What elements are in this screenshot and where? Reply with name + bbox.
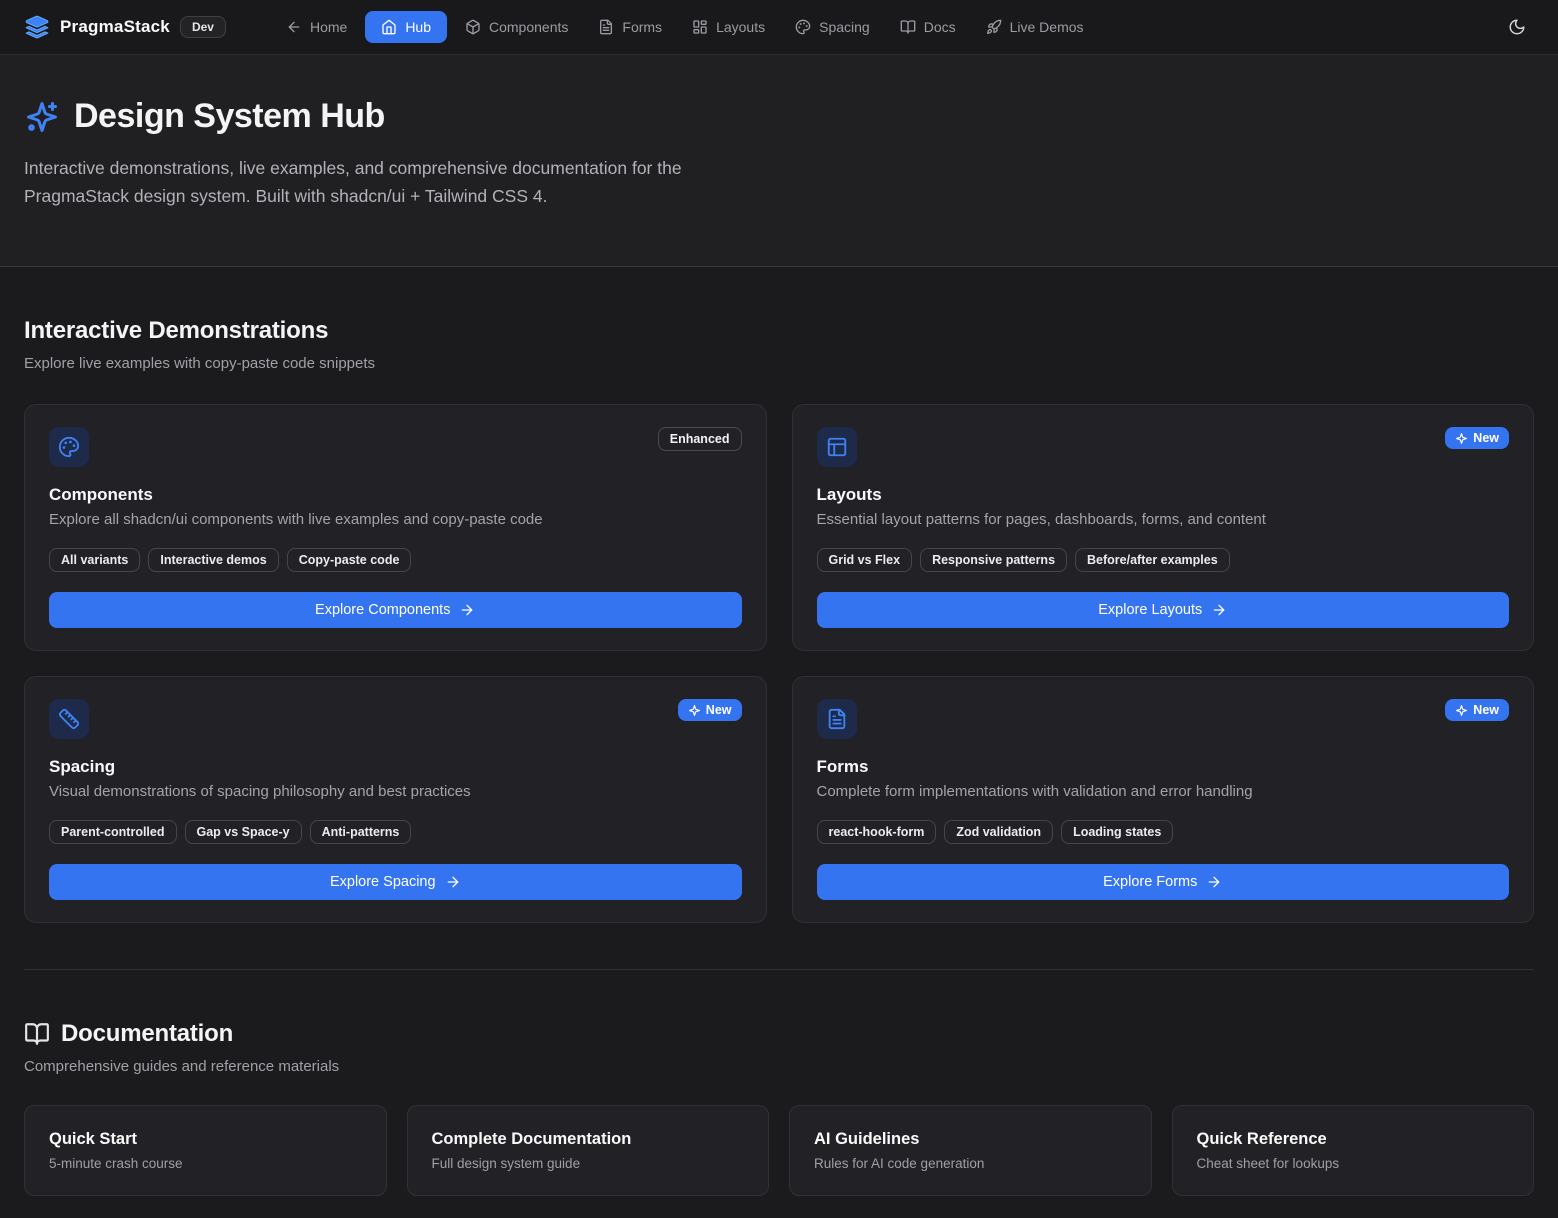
demos-section-header: Interactive Demonstrations Explore live … <box>24 317 1534 372</box>
layers-logo-icon <box>24 14 50 40</box>
ruler-icon <box>49 699 89 739</box>
explore-layouts-button[interactable]: Explore Layouts <box>817 592 1510 628</box>
tag: react-hook-form <box>817 820 937 844</box>
sparkles-icon <box>688 704 701 717</box>
moon-icon <box>1508 18 1526 36</box>
tag: Before/after examples <box>1075 548 1230 572</box>
book-open-icon <box>900 19 916 35</box>
demo-card-components: Enhanced Components Explore all shadcn/u… <box>24 404 767 651</box>
arrow-right-icon <box>1206 874 1222 890</box>
card-title: Components <box>49 485 742 505</box>
doc-card-title: AI Guidelines <box>814 1130 1127 1149</box>
nav-item-layouts[interactable]: Layouts <box>680 11 777 43</box>
docs-section-header: Documentation Comprehensive guides and r… <box>24 1020 1534 1075</box>
demos-section-title: Interactive Demonstrations <box>24 317 1534 345</box>
tag: All variants <box>49 548 140 572</box>
nav-item-home[interactable]: Home <box>274 11 359 43</box>
rocket-icon <box>986 19 1002 35</box>
card-title: Spacing <box>49 757 742 777</box>
nav-item-components[interactable]: Components <box>453 11 580 43</box>
new-badge: New <box>678 699 742 721</box>
palette-icon <box>795 19 811 35</box>
theme-toggle-button[interactable] <box>1500 10 1534 44</box>
hero-section: Design System Hub Interactive demonstrat… <box>0 55 1558 267</box>
doc-card-quick-start[interactable]: Quick Start 5-minute crash course <box>24 1105 387 1196</box>
section-divider <box>24 969 1534 970</box>
top-navbar: PragmaStack Dev Home Hub Components Fo <box>0 0 1558 55</box>
nav-item-spacing[interactable]: Spacing <box>783 11 882 43</box>
palette-icon <box>49 427 89 467</box>
tag: Grid vs Flex <box>817 548 913 572</box>
card-description: Explore all shadcn/ui components with li… <box>49 511 742 528</box>
explore-spacing-button[interactable]: Explore Spacing <box>49 864 742 900</box>
demo-card-spacing: New Spacing Visual demonstrations of spa… <box>24 676 767 923</box>
arrow-left-icon <box>286 19 302 35</box>
brand[interactable]: PragmaStack Dev <box>24 14 226 40</box>
tag: Interactive demos <box>148 548 278 572</box>
doc-card-complete-documentation[interactable]: Complete Documentation Full design syste… <box>407 1105 770 1196</box>
enhanced-badge: Enhanced <box>658 427 742 451</box>
panels-top-left-icon <box>817 427 857 467</box>
file-text-icon <box>598 19 614 35</box>
tag: Gap vs Space-y <box>185 820 302 844</box>
box-icon <box>465 19 481 35</box>
tag: Anti-patterns <box>310 820 412 844</box>
sparkles-icon <box>1455 704 1468 717</box>
sparkles-icon <box>1455 432 1468 445</box>
explore-components-button[interactable]: Explore Components <box>49 592 742 628</box>
layout-dashboard-icon <box>692 19 708 35</box>
doc-card-title: Quick Reference <box>1197 1130 1510 1149</box>
tag: Loading states <box>1061 820 1173 844</box>
arrow-right-icon <box>445 874 461 890</box>
nav-item-docs[interactable]: Docs <box>888 11 968 43</box>
demos-section-subtitle: Explore live examples with copy-paste co… <box>24 355 1534 372</box>
tag: Responsive patterns <box>920 548 1067 572</box>
card-description: Essential layout patterns for pages, das… <box>817 511 1510 528</box>
sparkles-icon <box>24 99 60 135</box>
card-title: Forms <box>817 757 1510 777</box>
nav-item-live-demos[interactable]: Live Demos <box>974 11 1096 43</box>
card-title: Layouts <box>817 485 1510 505</box>
brand-name: PragmaStack <box>60 17 170 37</box>
tag-row: All variants Interactive demos Copy-past… <box>49 548 742 572</box>
nav-item-forms[interactable]: Forms <box>586 11 674 43</box>
arrow-right-icon <box>1211 602 1227 618</box>
docs-section-subtitle: Comprehensive guides and reference mater… <box>24 1058 1534 1075</box>
demo-cards-grid: Enhanced Components Explore all shadcn/u… <box>24 404 1534 923</box>
doc-card-title: Complete Documentation <box>432 1130 745 1149</box>
doc-card-ai-guidelines[interactable]: AI Guidelines Rules for AI code generati… <box>789 1105 1152 1196</box>
main-nav: Home Hub Components Forms Layouts <box>274 11 1096 43</box>
docs-section-title: Documentation <box>61 1020 233 1048</box>
page-subtitle: Interactive demonstrations, live example… <box>24 154 769 210</box>
doc-card-description: Full design system guide <box>432 1156 745 1171</box>
doc-card-description: Cheat sheet for lookups <box>1197 1156 1510 1171</box>
tag: Parent-controlled <box>49 820 177 844</box>
book-open-icon <box>24 1021 50 1047</box>
new-badge: New <box>1445 427 1509 449</box>
page-title: Design System Hub <box>74 97 385 136</box>
tag: Zod validation <box>944 820 1053 844</box>
tag-row: Parent-controlled Gap vs Space-y Anti-pa… <box>49 820 742 844</box>
dev-badge: Dev <box>180 16 226 38</box>
doc-card-title: Quick Start <box>49 1130 362 1149</box>
main-content: Interactive Demonstrations Explore live … <box>0 317 1558 1216</box>
doc-cards-grid: Quick Start 5-minute crash course Comple… <box>24 1105 1534 1196</box>
tag-row: Grid vs Flex Responsive patterns Before/… <box>817 548 1510 572</box>
arrow-right-icon <box>459 602 475 618</box>
tag: Copy-paste code <box>287 548 412 572</box>
card-description: Visual demonstrations of spacing philoso… <box>49 783 742 800</box>
explore-forms-button[interactable]: Explore Forms <box>817 864 1510 900</box>
tag-row: react-hook-form Zod validation Loading s… <box>817 820 1510 844</box>
card-description: Complete form implementations with valid… <box>817 783 1510 800</box>
demo-card-layouts: New Layouts Essential layout patterns fo… <box>792 404 1535 651</box>
file-text-icon <box>817 699 857 739</box>
doc-card-description: 5-minute crash course <box>49 1156 362 1171</box>
demo-card-forms: New Forms Complete form implementations … <box>792 676 1535 923</box>
doc-card-description: Rules for AI code generation <box>814 1156 1127 1171</box>
nav-item-hub[interactable]: Hub <box>365 11 447 43</box>
home-icon <box>381 19 397 35</box>
doc-card-quick-reference[interactable]: Quick Reference Cheat sheet for lookups <box>1172 1105 1535 1196</box>
new-badge: New <box>1445 699 1509 721</box>
